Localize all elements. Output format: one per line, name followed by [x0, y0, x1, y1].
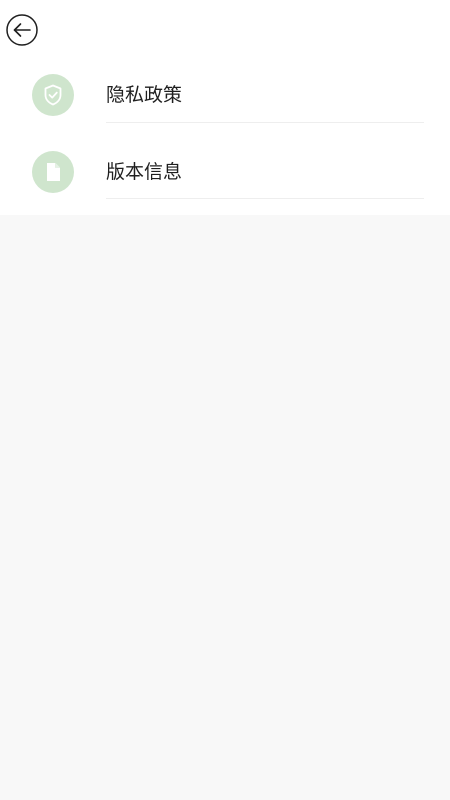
version-icon-badge: [32, 151, 74, 193]
menu-item-privacy-policy[interactable]: 隐私政策: [0, 74, 450, 134]
settings-panel: 隐私政策 版本信息: [0, 0, 450, 215]
privacy-icon-badge: [32, 74, 74, 116]
back-button[interactable]: [6, 14, 38, 46]
menu-item-label: 版本信息: [106, 161, 183, 183]
divider: [106, 122, 424, 123]
document-icon: [47, 163, 60, 181]
divider: [106, 198, 424, 199]
menu-item-label: 隐私政策: [106, 84, 183, 106]
arrow-left-circle-icon: [6, 14, 38, 46]
menu-item-version-info[interactable]: 版本信息: [0, 151, 450, 211]
shield-check-icon: [44, 84, 62, 106]
